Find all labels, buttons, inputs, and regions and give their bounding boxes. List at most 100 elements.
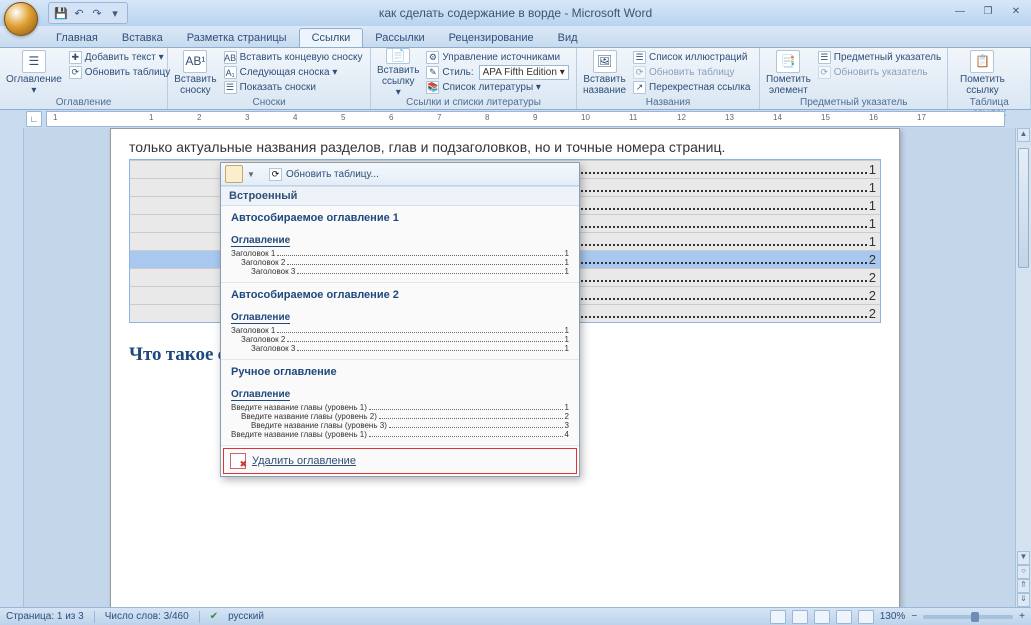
- insert-endnote-button[interactable]: ABВставить концевую сноску: [221, 50, 366, 65]
- proofing-icon[interactable]: ✔: [210, 611, 218, 622]
- fullscreen-reading-view-button[interactable]: [792, 610, 808, 624]
- gallery-preview-heading: Оглавление: [231, 389, 290, 401]
- toc-icon: ☰: [22, 50, 46, 73]
- index-icon: ☰: [818, 51, 831, 64]
- tab-references[interactable]: Ссылки: [299, 28, 364, 47]
- mark-entry-icon: 📑: [776, 50, 800, 73]
- gallery-item-manual[interactable]: Ручное оглавление Оглавление Введите наз…: [221, 360, 579, 446]
- insert-citation-button[interactable]: 📄Вставить ссылку▾: [377, 50, 419, 96]
- toc-button[interactable]: ☰Оглавление▾: [6, 50, 62, 96]
- index-button[interactable]: ☰Предметный указатель: [815, 50, 944, 65]
- vertical-ruler[interactable]: [0, 128, 24, 607]
- ribbon: ☰Оглавление▾ ✚Добавить текст ▾ ⟳Обновить…: [0, 48, 1031, 110]
- gallery-header: ▼ ⟳ Обновить таблицу...: [221, 163, 579, 186]
- print-layout-view-button[interactable]: [770, 610, 786, 624]
- refresh-icon: ⟳: [818, 66, 831, 79]
- next-footnote-icon: A₁: [224, 66, 237, 79]
- tab-home[interactable]: Главная: [44, 29, 110, 47]
- add-text-button[interactable]: ✚Добавить текст ▾: [66, 50, 174, 65]
- minimize-button[interactable]: —: [949, 6, 971, 20]
- ruler-tab-selector[interactable]: ∟: [26, 111, 42, 127]
- gallery-item-title: Автособираемое оглавление 1: [231, 212, 569, 224]
- figlist-icon: ☰: [633, 51, 646, 64]
- insert-caption-button[interactable]: 🖼Вставить название: [583, 50, 626, 96]
- prev-page-button[interactable]: ⇑: [1017, 579, 1030, 593]
- chevron-down-icon[interactable]: ▼: [247, 170, 257, 179]
- redo-icon[interactable]: ↷: [89, 5, 105, 21]
- refresh-icon: ⟳: [269, 168, 282, 181]
- zoom-out-button[interactable]: −: [911, 611, 917, 622]
- gallery-preview-heading: Оглавление: [231, 235, 290, 247]
- toc-gallery-dropdown: ▼ ⟳ Обновить таблицу... Встроенный Автос…: [220, 162, 580, 477]
- group-label: Предметный указатель: [766, 96, 941, 108]
- update-index-button[interactable]: ⟳Обновить указатель: [815, 65, 944, 80]
- group-label: Сноски: [174, 96, 364, 108]
- scroll-up-button[interactable]: ▲: [1017, 128, 1030, 142]
- group-toc: ☰Оглавление▾ ✚Добавить текст ▾ ⟳Обновить…: [0, 48, 168, 109]
- group-captions: 🖼Вставить название ☰Список иллюстраций ⟳…: [577, 48, 760, 109]
- citation-icon: 📄: [386, 48, 410, 63]
- update-figures-button[interactable]: ⟳Обновить таблицу: [630, 65, 753, 80]
- tab-layout[interactable]: Разметка страницы: [175, 29, 299, 47]
- tab-mailings[interactable]: Рассылки: [363, 29, 436, 47]
- browse-object-button[interactable]: ○: [1017, 565, 1030, 579]
- draft-view-button[interactable]: [858, 610, 874, 624]
- page-indicator[interactable]: Страница: 1 из 3: [6, 611, 84, 622]
- preview-line: Заголовок 21: [231, 258, 569, 267]
- refresh-icon: ⟳: [69, 66, 82, 79]
- citation-style-select[interactable]: ✎Стиль:APA Fifth Edition ▾: [423, 65, 571, 80]
- horizontal-ruler[interactable]: 11234567891011121314151617: [46, 111, 1005, 127]
- preview-line: Введите название главы (уровень 1)4: [231, 430, 569, 439]
- vertical-scrollbar[interactable]: ▲ ▼ ○ ⇑ ⇓: [1015, 128, 1031, 607]
- body-text[interactable]: только актуальные названия разделов, гла…: [129, 139, 881, 155]
- group-label: Ссылки и списки литературы: [377, 96, 570, 108]
- mark-entry-button[interactable]: 📑Пометить элемент: [766, 50, 811, 96]
- zoom-in-button[interactable]: +: [1019, 611, 1025, 622]
- table-of-figures-button[interactable]: ☰Список иллюстраций: [630, 50, 753, 65]
- gallery-item-title: Ручное оглавление: [231, 366, 569, 378]
- save-icon[interactable]: 💾: [53, 5, 69, 21]
- biblio-icon: 📚: [426, 81, 439, 94]
- next-footnote-button[interactable]: A₁Следующая сноска ▾: [221, 65, 366, 80]
- preview-line: Заголовок 31: [231, 267, 569, 276]
- endnote-icon: AB: [224, 51, 237, 64]
- outline-view-button[interactable]: [836, 610, 852, 624]
- tab-insert[interactable]: Вставка: [110, 29, 175, 47]
- maximize-button[interactable]: ❐: [977, 6, 999, 20]
- show-footnotes-button[interactable]: ☰Показать сноски: [221, 80, 366, 95]
- qat-more-icon[interactable]: ▾: [107, 5, 123, 21]
- window-title: как сделать содержание в ворде - Microso…: [379, 6, 652, 20]
- group-authorities: 📋Пометить ссылку Таблица ссылок: [948, 48, 1031, 109]
- scroll-thumb[interactable]: [1018, 148, 1029, 268]
- bibliography-button[interactable]: 📚Список литературы ▾: [423, 80, 571, 95]
- update-toc-button[interactable]: ⟳Обновить таблицу: [66, 65, 174, 80]
- manage-sources-button[interactable]: ⚙Управление источниками: [423, 50, 571, 65]
- caption-icon: 🖼: [593, 50, 617, 73]
- tab-view[interactable]: Вид: [546, 29, 590, 47]
- close-button[interactable]: ✕: [1005, 6, 1027, 20]
- language-indicator[interactable]: русский: [228, 611, 264, 622]
- gallery-item-auto2[interactable]: Автособираемое оглавление 2 Оглавление З…: [221, 283, 579, 360]
- office-orb-button[interactable]: [4, 2, 38, 36]
- undo-icon[interactable]: ↶: [71, 5, 87, 21]
- next-page-button[interactable]: ⇓: [1017, 593, 1030, 607]
- title-bar: 💾 ↶ ↷ ▾ как сделать содержание в ворде -…: [0, 0, 1031, 26]
- scroll-down-button[interactable]: ▼: [1017, 551, 1030, 565]
- zoom-level[interactable]: 130%: [880, 611, 906, 622]
- gallery-item-auto1[interactable]: Автособираемое оглавление 1 Оглавление З…: [221, 206, 579, 283]
- web-layout-view-button[interactable]: [814, 610, 830, 624]
- style-value[interactable]: APA Fifth Edition ▾: [479, 65, 569, 80]
- quick-access-toolbar: 💾 ↶ ↷ ▾: [48, 2, 128, 24]
- gallery-category: Встроенный: [221, 186, 579, 206]
- mark-citation-button[interactable]: 📋Пометить ссылку: [954, 50, 1010, 96]
- delete-toc-link[interactable]: Удалить оглавление: [252, 455, 356, 467]
- delete-toc-item[interactable]: Удалить оглавление: [223, 448, 577, 474]
- cross-reference-button[interactable]: ↗Перекрестная ссылка: [630, 80, 753, 95]
- preview-line: Введите название главы (уровень 1)1: [231, 403, 569, 412]
- zoom-slider[interactable]: [923, 615, 1013, 619]
- word-count[interactable]: Число слов: 3/460: [105, 611, 189, 622]
- update-toc-link[interactable]: Обновить таблицу...: [286, 169, 379, 180]
- toc-field-icon[interactable]: [225, 165, 243, 183]
- tab-review[interactable]: Рецензирование: [437, 29, 546, 47]
- insert-footnote-button[interactable]: AB¹Вставить сноску: [174, 50, 216, 96]
